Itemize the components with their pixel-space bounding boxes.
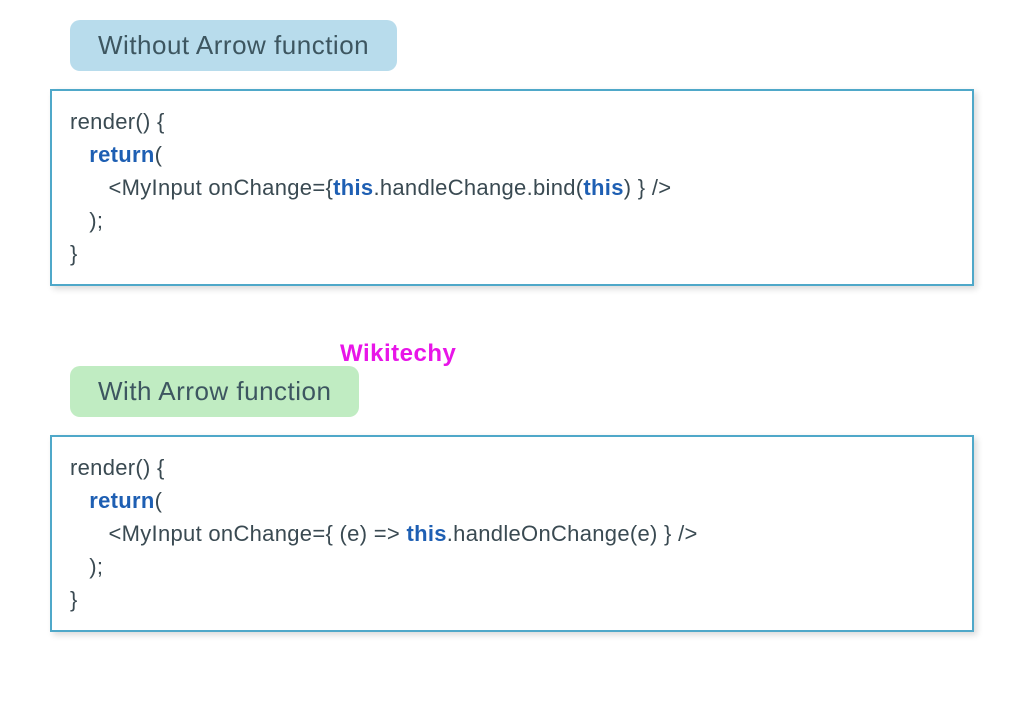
code-text: <MyInput onChange={ (70, 175, 333, 200)
heading-without-arrow: Without Arrow function (70, 20, 397, 71)
code-box-with-arrow: render() { return( <MyInput onChange={ (… (50, 435, 974, 632)
code-line: } (70, 583, 954, 616)
keyword-this: this (406, 521, 446, 546)
code-line: ); (70, 550, 954, 583)
code-line: return( (70, 138, 954, 171)
keyword-this: this (333, 175, 373, 200)
code-text: .handleChange.bind( (373, 175, 583, 200)
code-line: render() { (70, 451, 954, 484)
section-without-arrow: Without Arrow function render() { return… (50, 20, 974, 286)
code-line: <MyInput onChange={ (e) => this.handleOn… (70, 517, 954, 550)
code-line: <MyInput onChange={this.handleChange.bin… (70, 171, 954, 204)
keyword-return: return (89, 142, 154, 167)
code-text (70, 142, 89, 167)
code-line: ); (70, 204, 954, 237)
watermark-text: Wikitechy (340, 340, 456, 368)
code-text: ( (155, 142, 163, 167)
code-box-without-arrow: render() { return( <MyInput onChange={th… (50, 89, 974, 286)
spacer (50, 316, 974, 366)
code-line: return( (70, 484, 954, 517)
code-text: ( (155, 488, 163, 513)
code-text (70, 488, 89, 513)
code-text: .handleOnChange(e) } /> (447, 521, 698, 546)
code-text: ) } /> (624, 175, 672, 200)
code-line: } (70, 237, 954, 270)
code-text: <MyInput onChange={ (e) => (70, 521, 406, 546)
section-with-arrow: With Arrow function render() { return( <… (50, 366, 974, 632)
heading-with-arrow: With Arrow function (70, 366, 359, 417)
keyword-this: this (583, 175, 623, 200)
code-line: render() { (70, 105, 954, 138)
keyword-return: return (89, 488, 154, 513)
